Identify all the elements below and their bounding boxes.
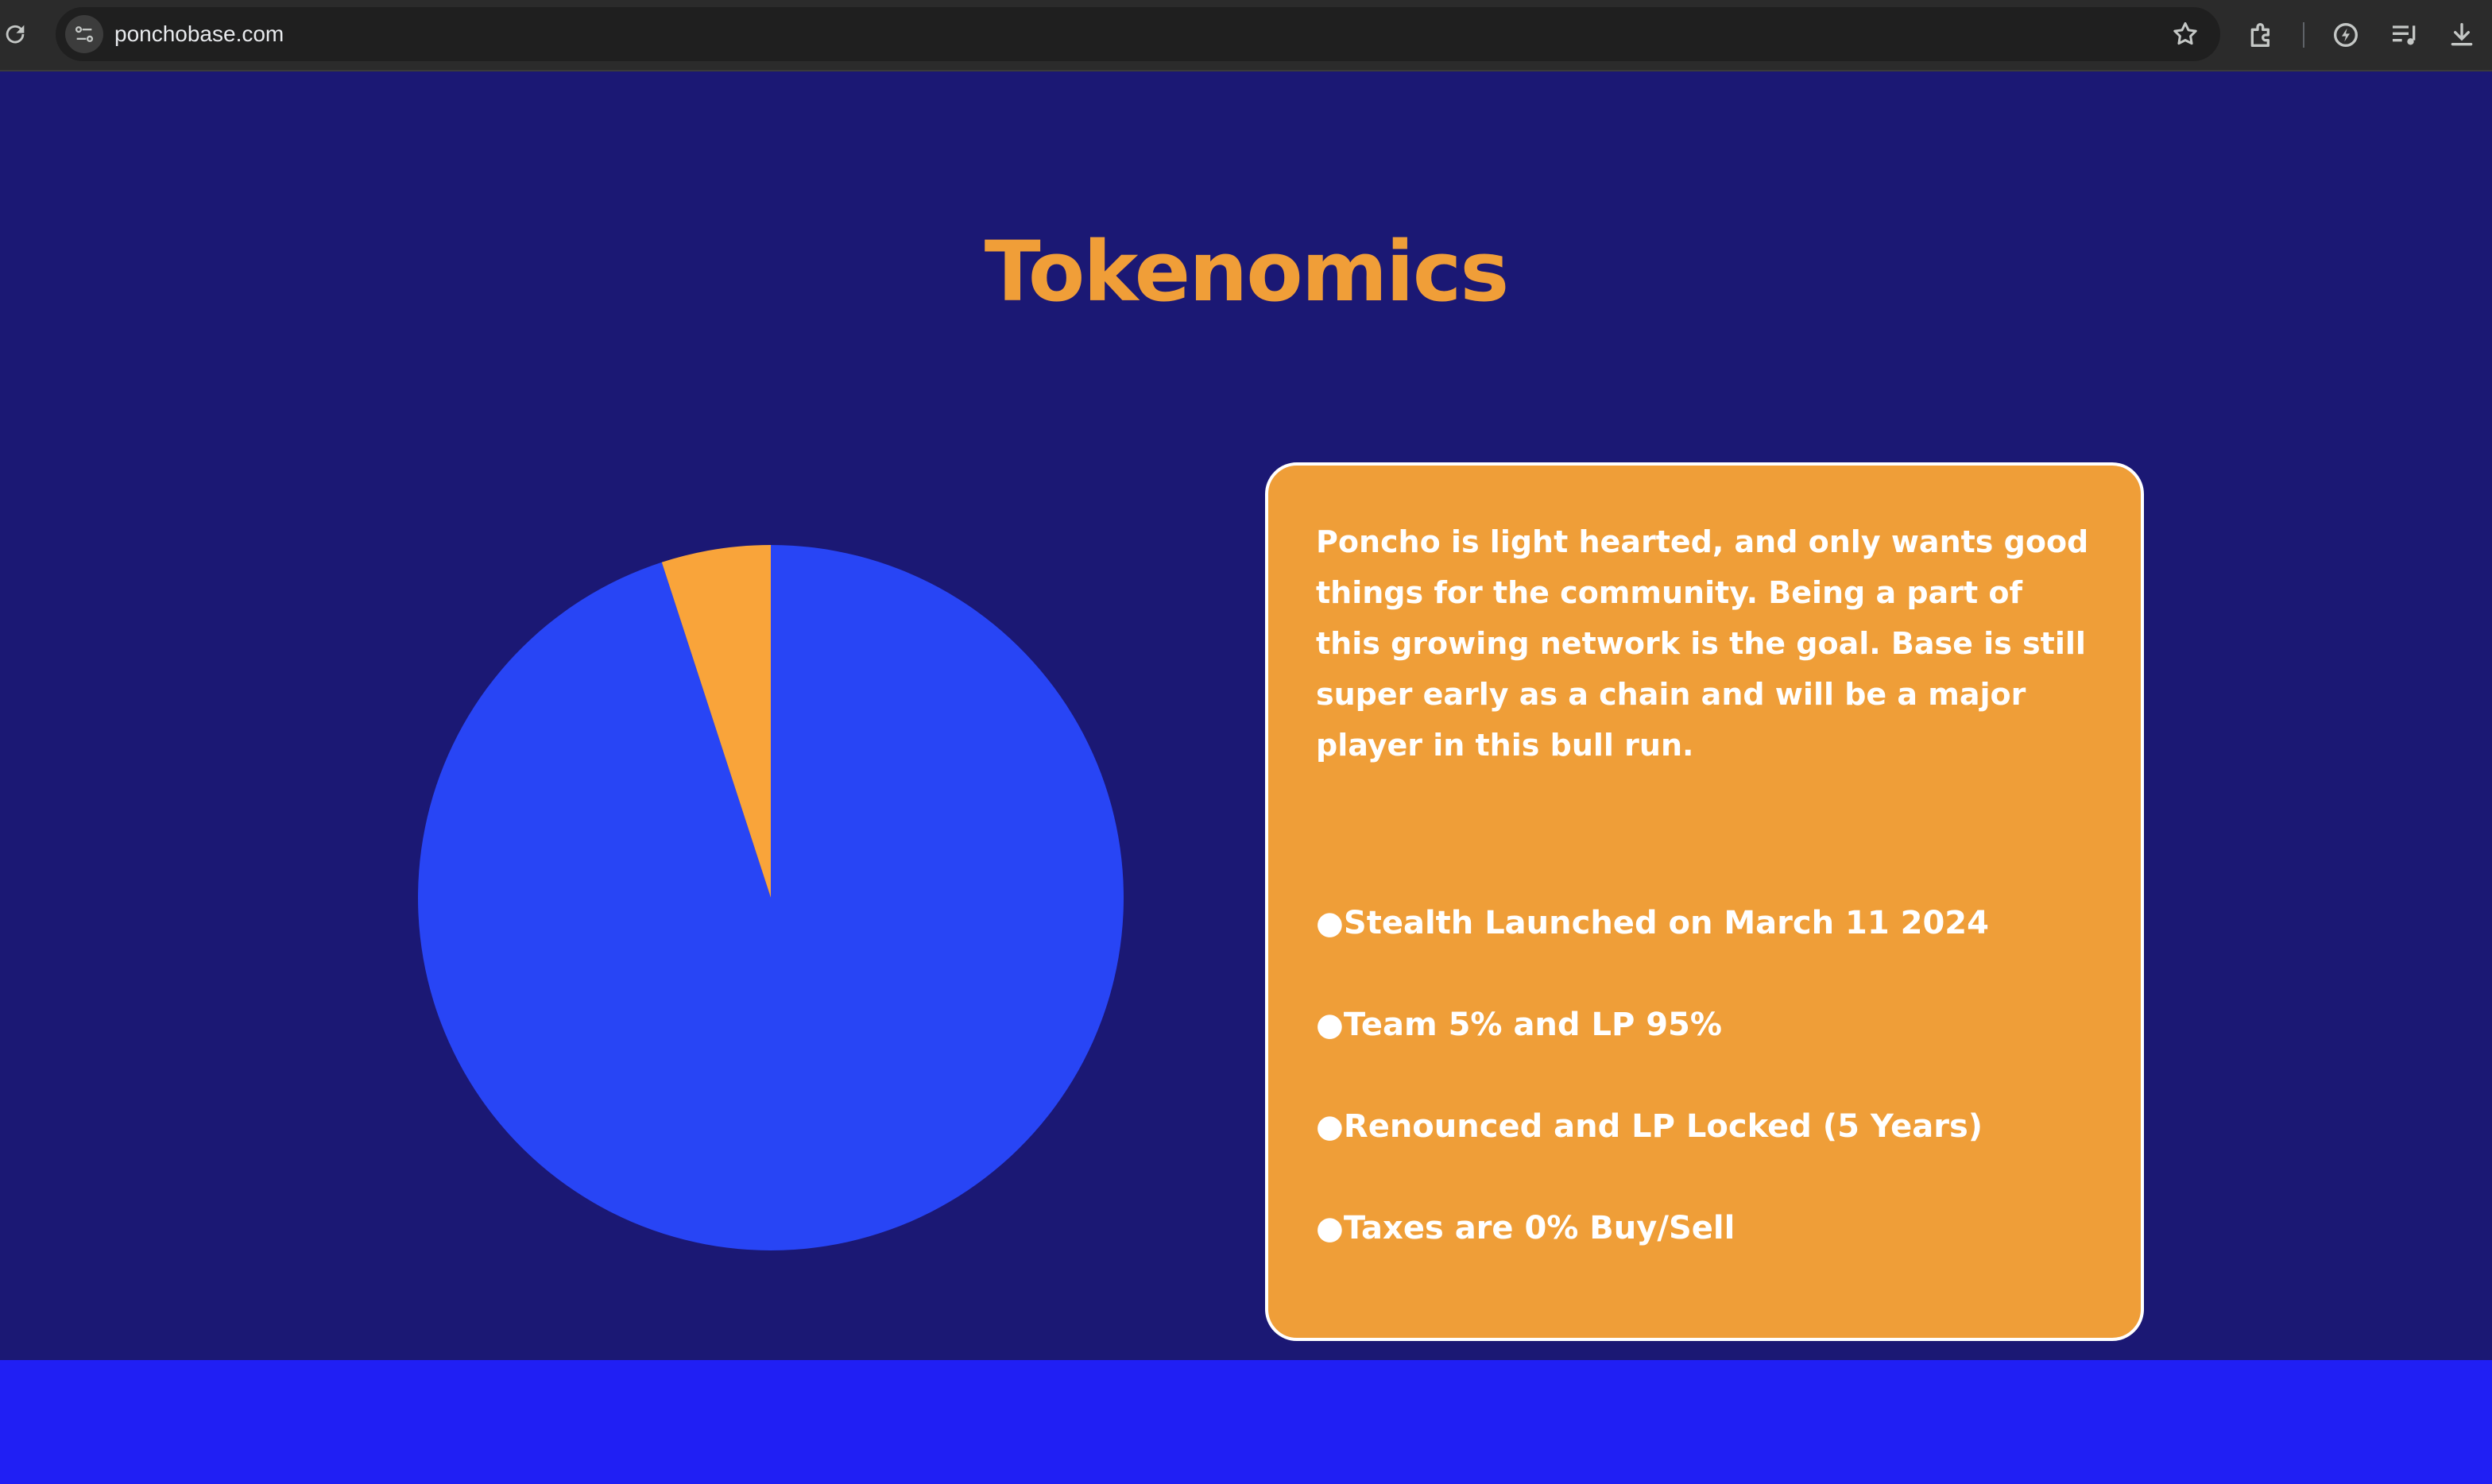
card-description: Poncho is light hearted, and only wants … — [1316, 524, 2089, 763]
url-text[interactable]: ponchobase.com — [114, 7, 284, 61]
tokenomics-section: Tokenomics Poncho is light hearted, and … — [0, 71, 2492, 1360]
toolbar-divider — [2303, 22, 2304, 48]
extensions-icon[interactable] — [2246, 19, 2277, 51]
list-item: ●Renounced and LP Locked (5 Years) — [1316, 1108, 1983, 1145]
download-icon[interactable] — [2446, 19, 2478, 51]
info-card: Poncho is light hearted, and only wants … — [1265, 462, 2144, 1341]
list-item: ●Team 5% and LP 95% — [1316, 1007, 1722, 1043]
tokenomics-list: ●Stealth Launched on March 11 2024 ●Team… — [1316, 898, 2093, 1254]
bookmark-star-icon[interactable] — [2171, 20, 2200, 48]
media-controls-icon[interactable] — [2389, 19, 2420, 51]
address-bar[interactable]: ponchobase.com — [56, 7, 2220, 61]
list-item: ●Taxes are 0% Buy/Sell — [1316, 1210, 1736, 1246]
next-section-band — [0, 1360, 2492, 1484]
tokenomics-pie-chart — [418, 545, 1124, 1250]
list-item: ●Stealth Launched on March 11 2024 — [1316, 905, 1989, 941]
browser-toolbar: ponchobase.com — [0, 0, 2492, 71]
page-title: Tokenomics — [984, 223, 1510, 320]
site-info-icon[interactable] — [65, 15, 103, 53]
performance-icon[interactable] — [2330, 19, 2362, 51]
reload-icon[interactable] — [2, 21, 29, 48]
